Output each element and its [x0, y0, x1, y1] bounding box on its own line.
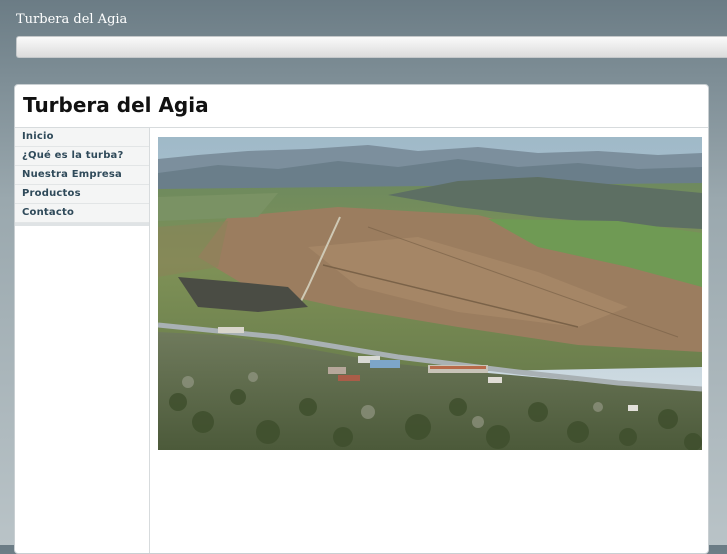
landscape-photo [158, 137, 702, 450]
sidebar: Inicio ¿Qué es la turba? Nuestra Empresa… [15, 128, 150, 553]
nav-menu: Inicio ¿Qué es la turba? Nuestra Empresa… [15, 128, 149, 226]
page-title: Turbera del Agia [23, 93, 209, 117]
window-title: Turbera del Agia [16, 12, 128, 27]
nav-item-productos[interactable]: Productos [15, 185, 149, 204]
landscape-image [158, 137, 702, 450]
nav-item-nuestra-empresa[interactable]: Nuestra Empresa [15, 166, 149, 185]
nav-item-inicio[interactable]: Inicio [15, 128, 149, 147]
search-bar[interactable] [16, 36, 727, 58]
page-container: Turbera del Agia Inicio ¿Qué es la turba… [14, 84, 709, 554]
nav-item-contacto[interactable]: Contacto [15, 204, 149, 223]
nav-item-que-es-la-turba[interactable]: ¿Qué es la turba? [15, 147, 149, 166]
